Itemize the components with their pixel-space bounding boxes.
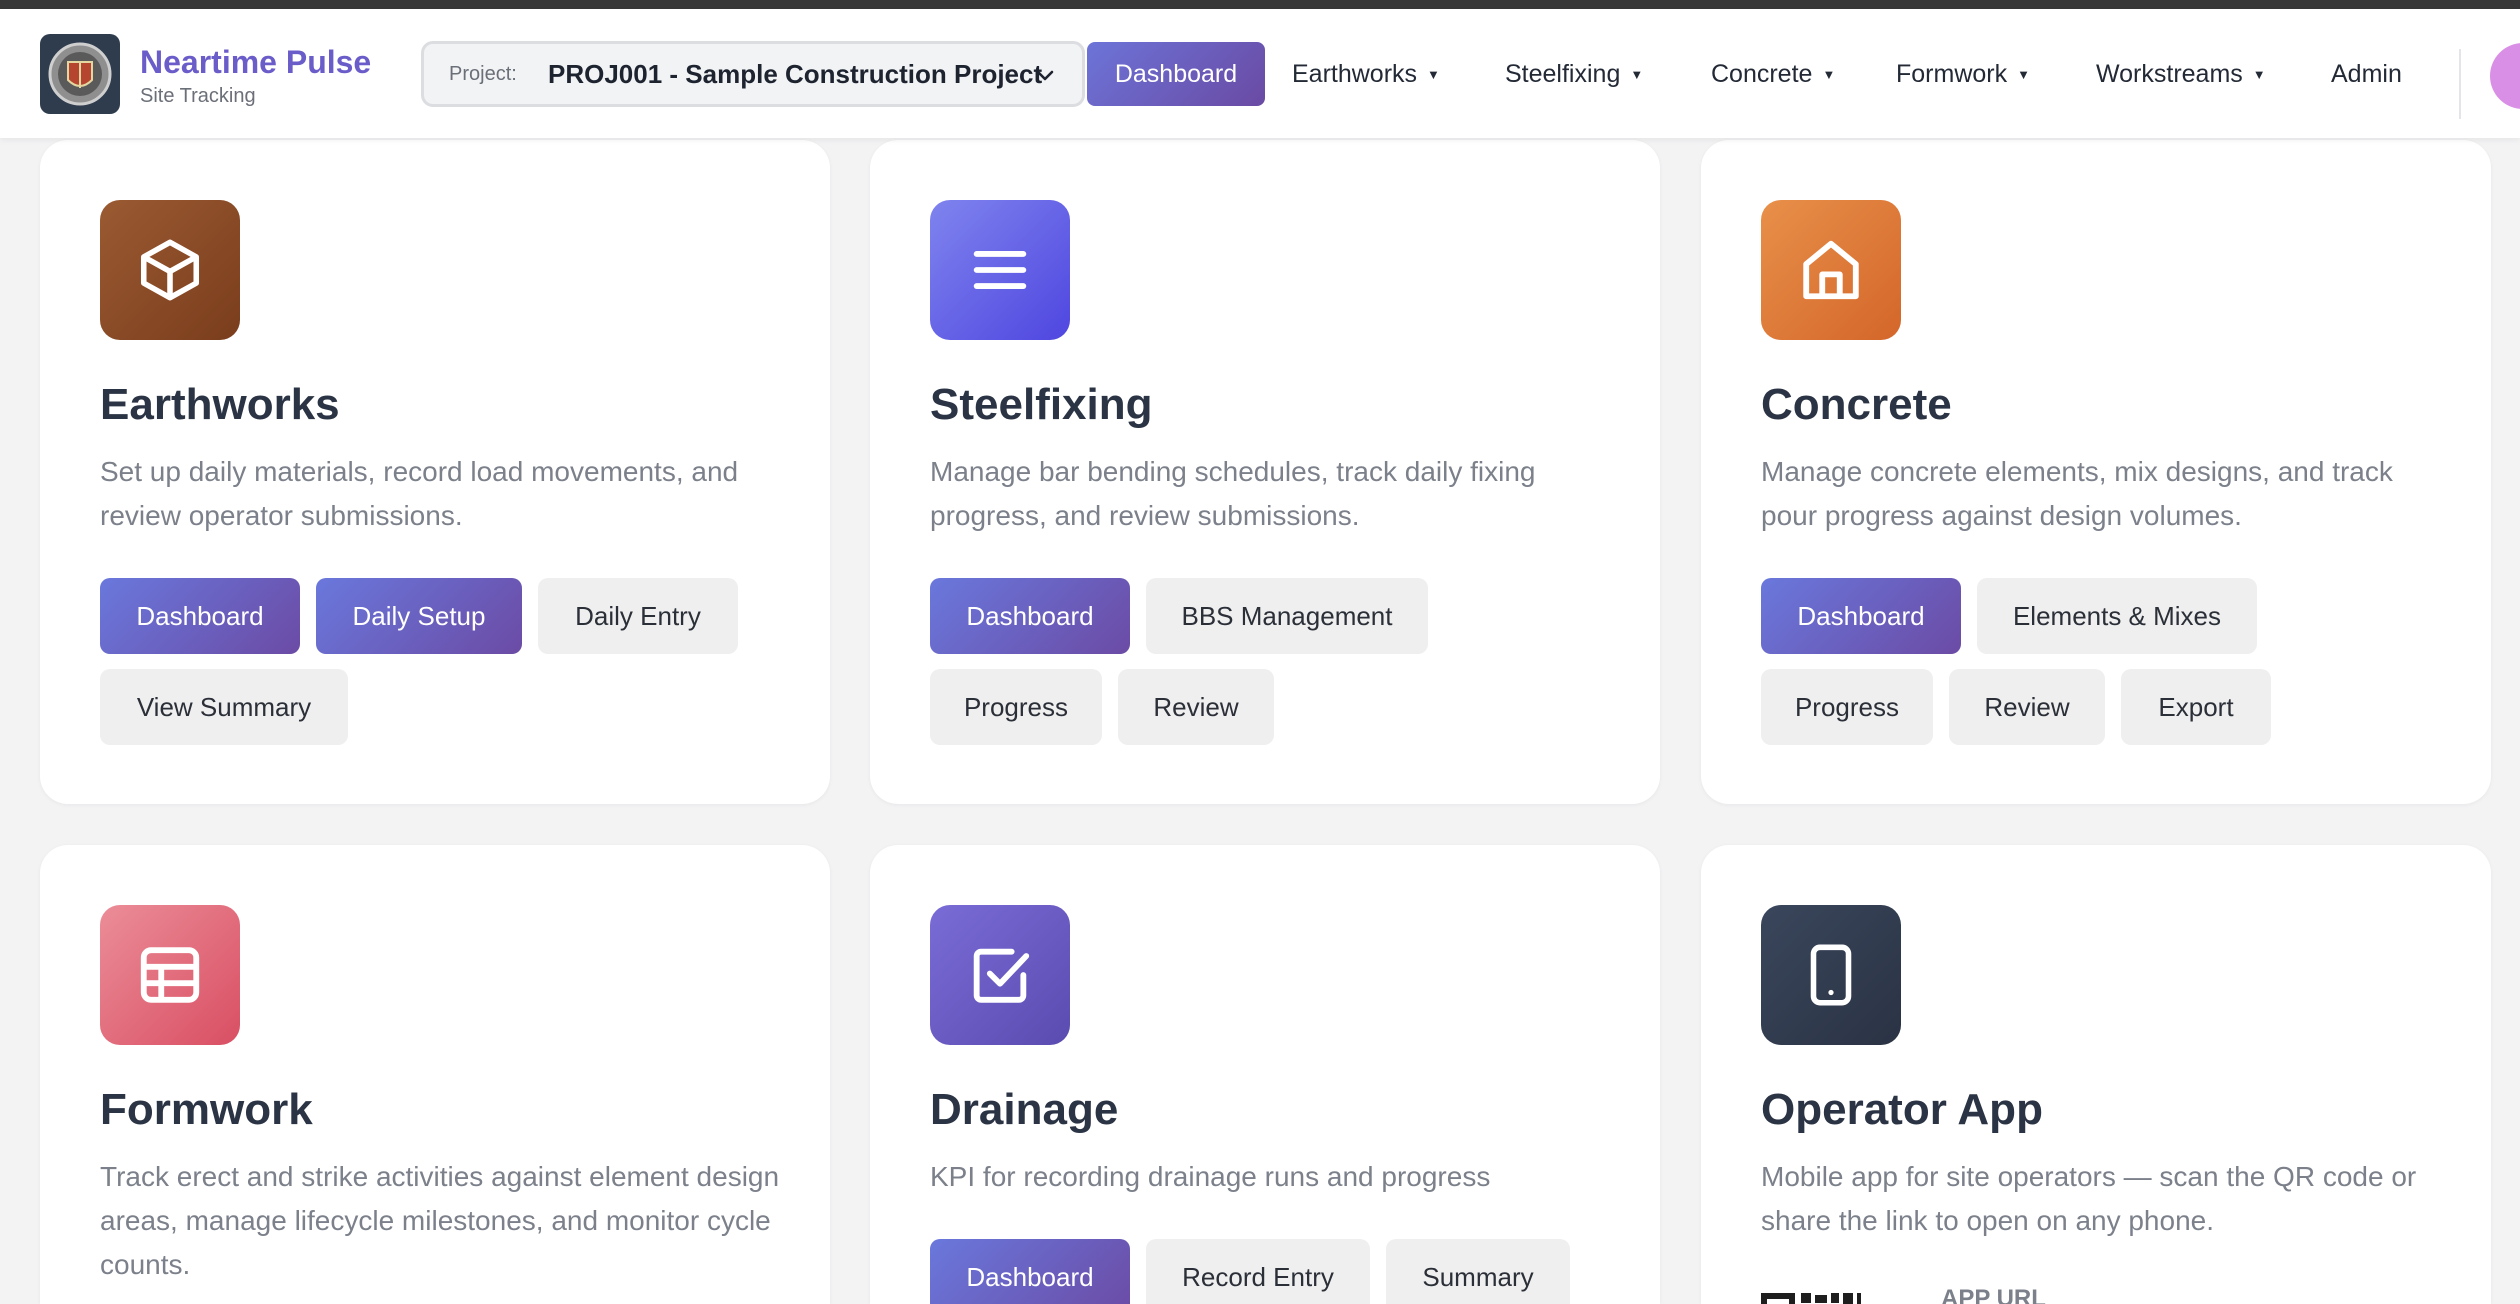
- nav-formwork[interactable]: Formwork ▼: [1896, 42, 2030, 106]
- caret-down-icon: ▼: [1630, 67, 1644, 82]
- earthworks-daily-entry-button[interactable]: Daily Entry: [538, 578, 738, 654]
- formwork-description: Track erect and strike activities agains…: [100, 1161, 780, 1280]
- nav-steelfixing[interactable]: Steelfixing ▼: [1505, 42, 1643, 106]
- concrete-title: Concrete: [1761, 380, 1952, 429]
- nav-steelfixing-label: Steelfixing: [1505, 60, 1621, 88]
- caret-down-icon: ▼: [2252, 67, 2266, 82]
- drainage-summary-button[interactable]: Summary: [1386, 1239, 1570, 1304]
- drainage-card: Drainage KPI for recording drainage runs…: [870, 845, 1660, 1304]
- nav-formwork-label: Formwork: [1896, 60, 2008, 88]
- user-avatar[interactable]: [2490, 43, 2520, 109]
- earthworks-dashboard-button[interactable]: Dashboard: [100, 578, 300, 654]
- caret-down-icon: ▼: [1427, 67, 1440, 82]
- menu-lines-icon: [930, 200, 1070, 340]
- project-value: PROJ001 - Sample Construction Project: [548, 59, 1043, 89]
- drainage-record-entry-button[interactable]: Record Entry: [1146, 1239, 1370, 1304]
- app-logo[interactable]: [40, 34, 120, 114]
- chevron-down-icon: [1036, 70, 1054, 81]
- earthworks-daily-setup-button[interactable]: Daily Setup: [316, 578, 522, 654]
- steelfixing-bbs-management-button[interactable]: BBS Management: [1146, 578, 1428, 654]
- caret-down-icon: ▼: [1822, 67, 1836, 82]
- concrete-elements-mixes-button[interactable]: Elements & Mixes: [1977, 578, 2257, 654]
- concrete-export-button[interactable]: Export: [2121, 669, 2271, 745]
- steelfixing-review-button[interactable]: Review: [1118, 669, 1274, 745]
- drainage-dashboard-button[interactable]: Dashboard: [930, 1239, 1130, 1304]
- formwork-title: Formwork: [100, 1085, 313, 1134]
- steelfixing-description: Manage bar bending schedules, track dail…: [930, 456, 1536, 531]
- checkbox-icon: [930, 905, 1070, 1045]
- steelfixing-progress-button[interactable]: Progress: [930, 669, 1102, 745]
- nav-divider: [2459, 49, 2461, 119]
- brand-subtitle: Site Tracking: [140, 85, 256, 107]
- nav-admin[interactable]: Admin: [2331, 42, 2402, 106]
- operator-app-card: Operator App Mobile app for site operato…: [1701, 845, 2491, 1304]
- steelfixing-card: Steelfixing Manage bar bending schedules…: [870, 140, 1660, 804]
- qr-code-icon: [1761, 1285, 1861, 1304]
- table-icon: [100, 905, 240, 1045]
- earthworks-description: Set up daily materials, record load move…: [100, 456, 739, 531]
- box-icon: [100, 200, 240, 340]
- app-url-label: APP URL: [1941, 1285, 2046, 1304]
- steelfixing-title: Steelfixing: [930, 380, 1153, 429]
- operator-app-description: Mobile app for site operators — scan the…: [1761, 1161, 2417, 1236]
- brand-name: Neartime Pulse: [140, 44, 372, 80]
- concrete-dashboard-button[interactable]: Dashboard: [1761, 578, 1961, 654]
- nav-workstreams[interactable]: Workstreams ▼: [2096, 42, 2266, 106]
- drainage-title: Drainage: [930, 1085, 1119, 1134]
- nav-concrete-label: Concrete: [1711, 60, 1813, 88]
- nav-earthworks[interactable]: Earthworks ▼: [1292, 42, 1440, 106]
- nav-concrete[interactable]: Concrete ▼: [1711, 42, 1835, 106]
- steelfixing-dashboard-button[interactable]: Dashboard: [930, 578, 1130, 654]
- drainage-description: KPI for recording drainage runs and prog…: [930, 1161, 1491, 1192]
- earthworks-card: Earthworks Set up daily materials, recor…: [40, 140, 830, 804]
- operator-app-title: Operator App: [1761, 1085, 2043, 1134]
- concrete-progress-button[interactable]: Progress: [1761, 669, 1933, 745]
- phone-icon: [1761, 905, 1901, 1045]
- caret-down-icon: ▼: [2017, 67, 2030, 82]
- concrete-card: Concrete Manage concrete elements, mix d…: [1701, 140, 2491, 804]
- earthworks-title: Earthworks: [100, 380, 340, 429]
- project-selector[interactable]: Project: PROJ001 - Sample Construction P…: [421, 41, 1085, 107]
- top-navbar: Neartime Pulse Site Tracking Project: PR…: [0, 9, 2520, 138]
- nav-dashboard[interactable]: Dashboard: [1087, 42, 1265, 106]
- nav-earthworks-label: Earthworks: [1292, 60, 1418, 88]
- window-top-strip: [0, 0, 2520, 9]
- concrete-review-button[interactable]: Review: [1949, 669, 2105, 745]
- home-icon: [1761, 200, 1901, 340]
- formwork-card: Formwork Track erect and strike activiti…: [40, 845, 830, 1304]
- project-label: Project:: [449, 63, 517, 85]
- earthworks-view-summary-button[interactable]: View Summary: [100, 669, 348, 745]
- concrete-description: Manage concrete elements, mix designs, a…: [1761, 456, 2393, 531]
- nav-workstreams-label: Workstreams: [2096, 60, 2243, 88]
